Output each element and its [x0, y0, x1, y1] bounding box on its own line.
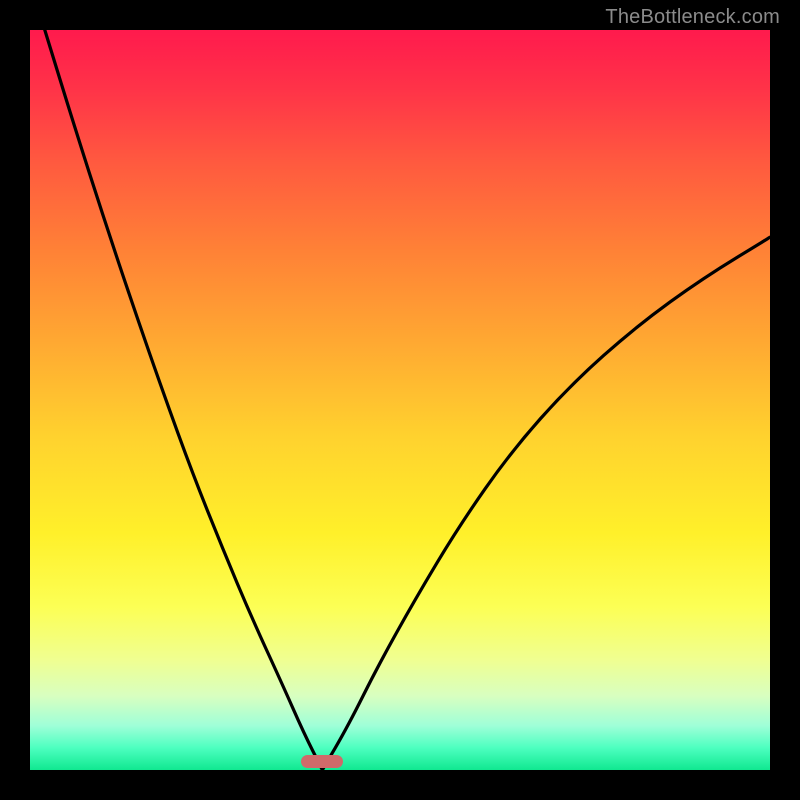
- watermark-text: TheBottleneck.com: [605, 6, 780, 29]
- curve-left-branch: [45, 30, 323, 770]
- minimum-marker: [301, 755, 343, 768]
- bottleneck-curve: [30, 30, 770, 770]
- plot-area: [30, 30, 770, 770]
- curve-right-branch: [322, 237, 770, 770]
- frame: TheBottleneck.com: [0, 0, 800, 800]
